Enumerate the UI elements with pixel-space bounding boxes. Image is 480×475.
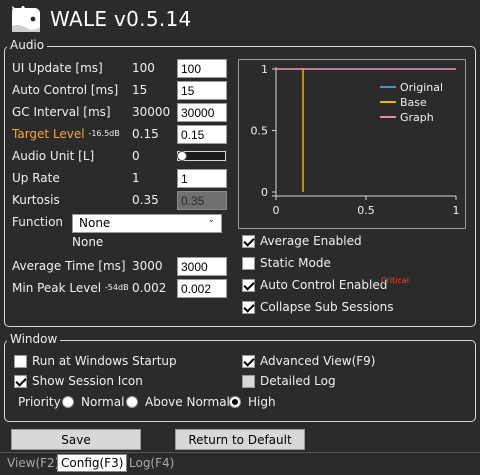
audio-unit-label: Audio Unit [L] — [12, 149, 95, 163]
x-tick-label: 1 — [453, 204, 460, 217]
app-title: WALE v0.5.14 — [50, 7, 192, 31]
return-to-default-button[interactable]: Return to Default — [175, 429, 305, 450]
x-tick-label: 0 — [273, 204, 280, 217]
collapse-sub-sessions-label: Collapse Sub Sessions — [260, 300, 394, 314]
show-session-icon-label: Show Session Icon — [32, 374, 143, 388]
gc-interval-current: 30000 — [132, 105, 171, 119]
target-level-input[interactable] — [177, 125, 227, 144]
auto-control-enabled-label: Auto Control Enabled — [260, 278, 388, 292]
min-peak-level-text: Min Peak Level — [12, 281, 102, 295]
legend-label-graph: Graph — [400, 111, 434, 124]
priority-normal-option[interactable]: Normal — [62, 395, 126, 411]
advanced-view-row[interactable]: Advanced View(F9) — [242, 354, 442, 370]
gc-interval-label: GC Interval [ms] — [12, 105, 111, 119]
window-group-label: Window — [7, 332, 61, 346]
chart: 0 0.5 1 0 0.5 1 Original Base Graph — [251, 63, 460, 217]
target-level-text: Target Level — [12, 127, 85, 141]
target-level-db: -16.5dB — [88, 129, 120, 138]
average-time-label: Average Time [ms] — [12, 259, 126, 273]
priority-above-normal-option[interactable]: Above Normal — [126, 395, 230, 411]
detailed-log-label: Detailed Log — [260, 374, 336, 388]
min-peak-level-label: Min Peak Level -54dB — [12, 281, 129, 295]
audio-unit-current: 0 — [132, 149, 140, 163]
save-button[interactable]: Save — [11, 429, 141, 450]
whale-logo-icon — [12, 6, 40, 32]
kurtosis-label: Kurtosis — [12, 193, 60, 207]
priority-above-normal-label: Above Normal — [145, 395, 230, 409]
average-enabled-checkbox[interactable] — [242, 235, 255, 248]
priority-normal-label: Normal — [81, 395, 125, 409]
kurtosis-current: 0.35 — [132, 193, 159, 207]
advanced-view-checkbox[interactable] — [242, 355, 255, 368]
priority-high-label: High — [248, 395, 276, 409]
kurtosis-input — [177, 191, 227, 210]
priority-high-option[interactable]: High — [229, 395, 279, 411]
collapse-sub-sessions-row[interactable]: Collapse Sub Sessions — [242, 300, 442, 316]
y-tick-label: 1 — [261, 63, 268, 76]
detailed-log-checkbox[interactable] — [242, 375, 255, 388]
min-peak-level-db: -54dB — [104, 283, 129, 292]
gc-interval-input[interactable] — [177, 103, 227, 122]
auto-control-enabled-checkbox[interactable] — [242, 279, 255, 292]
critical-badge: Critical — [381, 276, 409, 285]
target-level-label: Target Level -16.5dB — [12, 127, 120, 141]
run-at-startup-row[interactable]: Run at Windows Startup — [14, 354, 214, 370]
ui-update-label: UI Update [ms] — [12, 61, 103, 75]
audio-group-label: Audio — [7, 38, 48, 52]
audio-unit-slider-thumb[interactable] — [177, 151, 187, 161]
advanced-view-label: Advanced View(F9) — [260, 354, 376, 368]
min-peak-level-input[interactable] — [177, 279, 227, 298]
x-tick-label: 0.5 — [357, 204, 375, 217]
function-label: Function — [12, 215, 64, 229]
detailed-log-row[interactable]: Detailed Log — [242, 374, 442, 390]
show-session-icon-checkbox[interactable] — [14, 375, 27, 388]
y-tick-label: 0.5 — [251, 125, 269, 138]
auto-control-input[interactable] — [177, 81, 227, 100]
function-select[interactable]: None ⌄ — [72, 214, 222, 233]
priority-high-radio[interactable] — [229, 396, 241, 408]
priority-above-normal-radio[interactable] — [126, 396, 138, 408]
show-session-icon-row[interactable]: Show Session Icon — [14, 374, 214, 390]
function-selected: None — [79, 216, 111, 230]
average-time-current: 3000 — [132, 259, 163, 273]
up-rate-label: Up Rate — [12, 171, 60, 185]
priority-label: Priority — [18, 395, 61, 409]
target-level-current: 0.15 — [132, 127, 159, 141]
auto-control-enabled-row[interactable]: Auto Control Enabled Critical — [242, 276, 462, 294]
y-tick-label: 0 — [261, 186, 268, 199]
function-current: None — [72, 235, 104, 249]
auto-control-current: 15 — [132, 83, 148, 97]
average-enabled-label: Average Enabled — [260, 234, 362, 248]
auto-control-label: Auto Control [ms] — [12, 83, 119, 97]
legend-label-base: Base — [400, 96, 427, 109]
legend-label-original: Original — [400, 81, 443, 94]
collapse-sub-sessions-checkbox[interactable] — [242, 301, 255, 314]
run-at-startup-label: Run at Windows Startup — [32, 354, 177, 368]
static-mode-checkbox[interactable] — [242, 257, 255, 270]
tab-view[interactable]: View(F2) — [5, 455, 61, 471]
tab-log[interactable]: Log(F4) — [127, 455, 176, 471]
audio-unit-slider[interactable] — [177, 151, 226, 161]
ui-update-current: 100 — [132, 61, 155, 75]
priority-normal-radio[interactable] — [62, 396, 74, 408]
average-time-input[interactable] — [177, 257, 227, 276]
min-peak-level-current: 0.002 — [132, 281, 167, 295]
average-enabled-row[interactable]: Average Enabled — [242, 234, 442, 250]
up-rate-input[interactable] — [177, 169, 227, 188]
static-mode-label: Static Mode — [260, 256, 331, 270]
ui-update-input[interactable] — [177, 59, 227, 78]
run-at-startup-checkbox[interactable] — [14, 355, 27, 368]
static-mode-row[interactable]: Static Mode — [242, 256, 442, 272]
tab-config[interactable]: Config(F3) — [57, 454, 128, 472]
chevron-down-icon: ⌄ — [207, 215, 215, 225]
up-rate-current: 1 — [132, 171, 140, 185]
